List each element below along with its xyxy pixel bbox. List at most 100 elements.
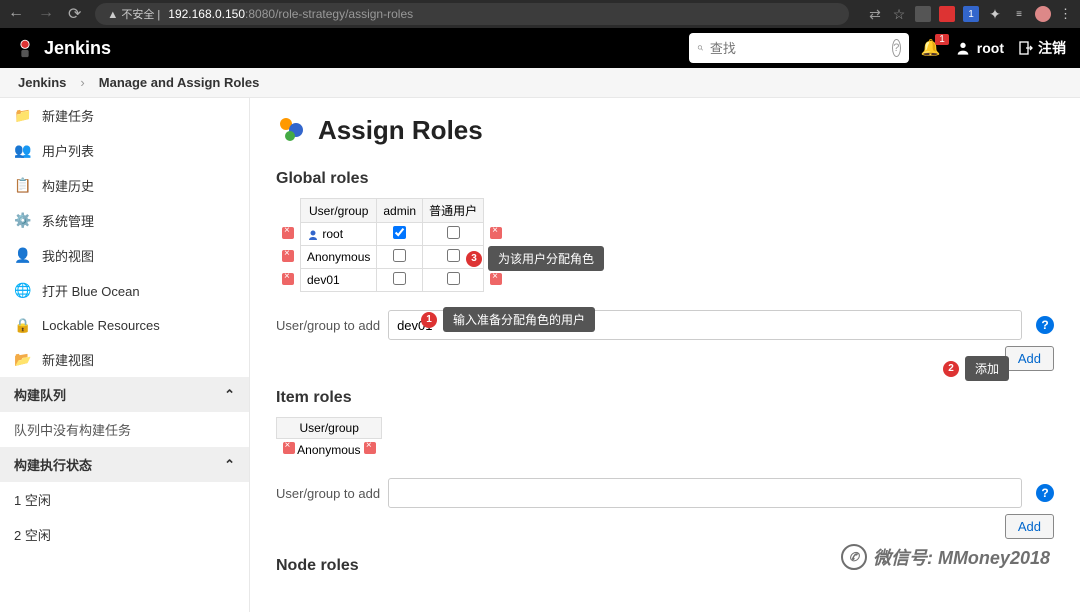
item-roles-table: User/group Anonymous xyxy=(276,417,382,460)
ext-icon-2[interactable] xyxy=(939,6,955,22)
assign-roles-icon xyxy=(276,114,308,146)
ext-icon-3[interactable]: 1 xyxy=(963,6,979,22)
exec-2: 2 空闲 xyxy=(0,517,249,552)
profile-avatar-icon[interactable] xyxy=(1035,6,1051,22)
crumb-home[interactable]: Jenkins xyxy=(18,75,66,90)
ext-icon-4[interactable]: ≡ xyxy=(1011,6,1027,22)
browser-chrome: ← → ⟳ ▲ 不安全 | 192.168.0.150:8080/role-st… xyxy=(0,0,1080,28)
user-menu[interactable]: root xyxy=(955,40,1004,56)
sidebar-item-manage[interactable]: ⚙️系统管理 xyxy=(0,203,249,238)
crumb-sep-icon: › xyxy=(80,75,84,90)
delete-icon[interactable] xyxy=(490,227,502,239)
sidebar-item-history[interactable]: 📋构建历史 xyxy=(0,168,249,203)
delete-icon[interactable] xyxy=(490,273,502,285)
table-row: root xyxy=(276,223,508,246)
menu-dots-icon[interactable]: ⋮ xyxy=(1059,6,1072,22)
checkbox-dev01-admin[interactable] xyxy=(393,272,406,285)
th-common: 普通用户 xyxy=(423,199,484,223)
insecure-icon: ▲ 不安全 | xyxy=(107,6,160,22)
bookmark-star-icon[interactable]: ☆ xyxy=(891,6,907,22)
notif-badge: 1 xyxy=(935,34,949,45)
checkbox-anon-admin[interactable] xyxy=(393,249,406,262)
add-user-row-item: User/group to add ? xyxy=(276,478,1054,508)
sidebar-item-blueocean[interactable]: 🌐打开 Blue Ocean xyxy=(0,273,249,308)
sidebar-item-new[interactable]: 📁新建任务 xyxy=(0,98,249,133)
reload-icon[interactable]: ⟳ xyxy=(68,4,81,24)
item-roles-heading: Item roles xyxy=(276,389,1054,407)
lock-icon: 🔒 xyxy=(14,316,32,334)
global-roles-table: User/group admin 普通用户 root Anonymous xyxy=(276,198,508,292)
page-title: Assign Roles xyxy=(276,114,1054,146)
th-usergroup-item: User/group xyxy=(277,418,382,439)
users-icon: 👥 xyxy=(14,142,32,160)
th-admin: admin xyxy=(377,199,423,223)
sidebar: 📁新建任务 👥用户列表 📋构建历史 ⚙️系统管理 👤我的视图 🌐打开 Blue … xyxy=(0,98,250,612)
back-icon[interactable]: ← xyxy=(8,4,24,24)
queue-empty-label: 队列中没有构建任务 xyxy=(0,412,249,447)
checkbox-root-common[interactable] xyxy=(447,226,460,239)
translate-icon[interactable]: ⇄ xyxy=(867,6,883,22)
sidebar-item-lockable[interactable]: 🔒Lockable Resources xyxy=(0,308,249,342)
chevron-up-icon: ⌃ xyxy=(224,457,235,473)
search-box[interactable]: ? xyxy=(689,33,909,63)
logout-icon xyxy=(1018,40,1034,56)
queue-header[interactable]: 构建队列 ⌃ xyxy=(0,377,249,412)
search-help-icon[interactable]: ? xyxy=(892,39,901,57)
table-row: dev01 xyxy=(276,269,508,292)
brand-label: Jenkins xyxy=(44,38,111,59)
exec-1: 1 空闲 xyxy=(0,482,249,517)
blueocean-icon: 🌐 xyxy=(14,282,32,300)
history-icon: 📋 xyxy=(14,177,32,195)
table-row: Anonymous xyxy=(277,439,382,461)
chevron-up-icon: ⌃ xyxy=(224,387,235,403)
delete-icon[interactable] xyxy=(283,442,295,454)
node-roles-heading: Node roles xyxy=(276,557,1054,575)
add-button[interactable]: Add xyxy=(1005,346,1054,371)
jenkins-logo[interactable]: Jenkins xyxy=(14,37,111,59)
ext-icon-1[interactable] xyxy=(915,6,931,22)
checkbox-root-admin[interactable] xyxy=(393,226,406,239)
extension-icons: ⇄ ☆ 1 ✦ ≡ ⋮ xyxy=(867,6,1072,22)
delete-icon[interactable] xyxy=(282,250,294,262)
th-usergroup: User/group xyxy=(301,199,377,223)
checkbox-anon-common[interactable] xyxy=(447,249,460,262)
sidebar-item-users[interactable]: 👥用户列表 xyxy=(0,133,249,168)
add-button-item[interactable]: Add xyxy=(1005,514,1054,539)
jenkins-header: Jenkins ? 🔔1 root 注销 xyxy=(0,28,1080,68)
search-icon xyxy=(697,40,704,56)
help-icon[interactable]: ? xyxy=(1036,316,1054,334)
add-label-item: User/group to add xyxy=(276,486,380,501)
new-job-icon: 📁 xyxy=(14,107,32,125)
sidebar-item-newview[interactable]: 📂新建视图 xyxy=(0,342,249,377)
page-title-text: Assign Roles xyxy=(318,115,483,146)
forward-icon[interactable]: → xyxy=(38,4,54,24)
add-label: User/group to add xyxy=(276,318,380,333)
search-input[interactable] xyxy=(710,41,886,56)
logout-link[interactable]: 注销 xyxy=(1018,38,1066,58)
crumb-page[interactable]: Manage and Assign Roles xyxy=(99,75,260,90)
logout-label: 注销 xyxy=(1038,38,1066,58)
notifications-bell[interactable]: 🔔1 xyxy=(921,38,941,58)
delete-icon[interactable] xyxy=(364,442,376,454)
newview-icon: 📂 xyxy=(14,351,32,369)
exec-header[interactable]: 构建执行状态 ⌃ xyxy=(0,447,249,482)
help-icon[interactable]: ? xyxy=(1036,484,1054,502)
myview-icon: 👤 xyxy=(14,247,32,265)
url-bar[interactable]: ▲ 不安全 | 192.168.0.150:8080/role-strategy… xyxy=(95,3,849,25)
main-content: Assign Roles Global roles User/group adm… xyxy=(250,98,1080,612)
breadcrumb: Jenkins › Manage and Assign Roles xyxy=(0,68,1080,98)
delete-icon[interactable] xyxy=(282,227,294,239)
add-user-row-global: User/group to add ? 1 输入准备分配角色的用户 xyxy=(276,310,1054,340)
callout-3: 3 为该用户分配角色 xyxy=(466,246,604,271)
extensions-icon[interactable]: ✦ xyxy=(987,6,1003,22)
callout-1: 1 输入准备分配角色的用户 xyxy=(421,307,595,332)
add-user-input-item[interactable] xyxy=(388,478,1022,508)
sidebar-item-myviews[interactable]: 👤我的视图 xyxy=(0,238,249,273)
gear-icon: ⚙️ xyxy=(14,212,32,230)
url-host: 192.168.0.150 xyxy=(168,7,245,21)
checkbox-dev01-common[interactable] xyxy=(447,272,460,285)
username-label: root xyxy=(977,40,1004,56)
nav-arrows: ← → ⟳ xyxy=(8,4,81,24)
delete-icon[interactable] xyxy=(282,273,294,285)
callout-2: 2 添加 xyxy=(943,356,1009,381)
